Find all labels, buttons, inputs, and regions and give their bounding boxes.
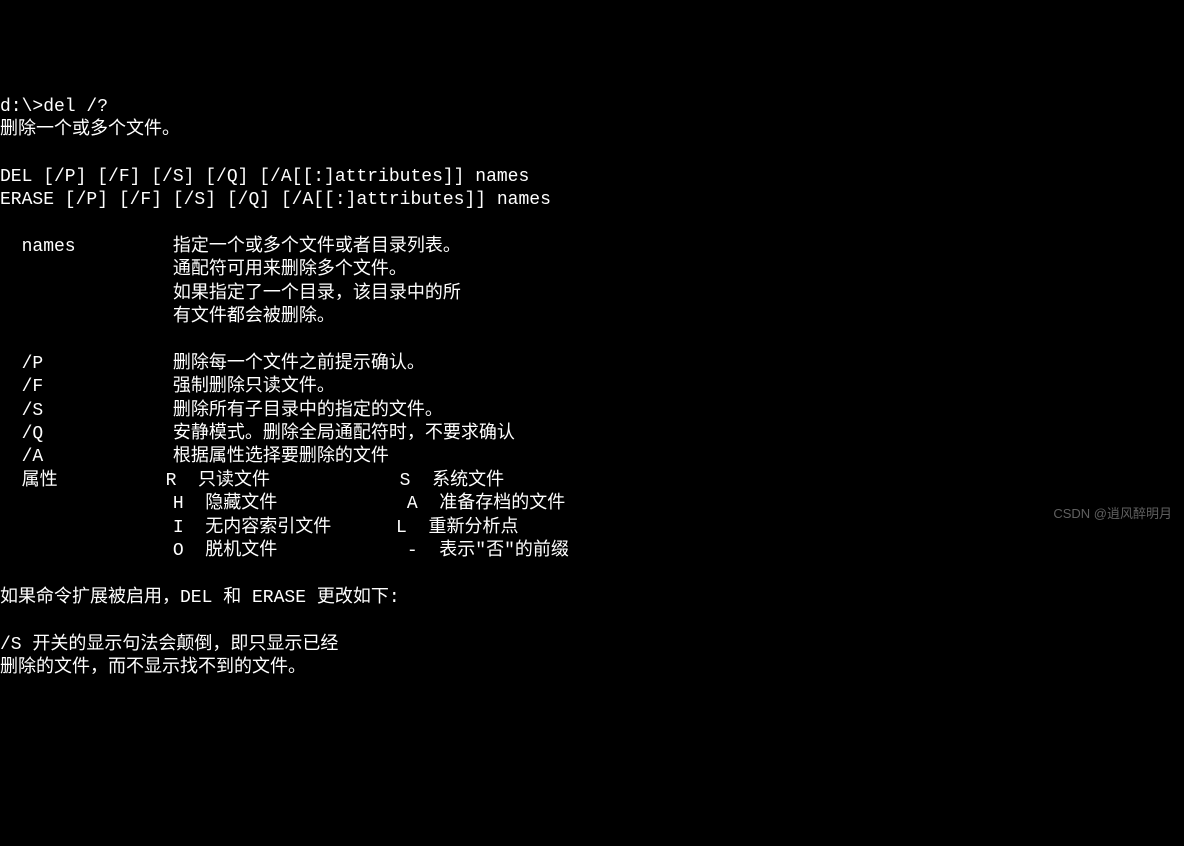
- s-note2: 删除的文件，而不显示找不到的文件。: [0, 658, 306, 678]
- attr-l: L 重新分析点: [396, 518, 518, 538]
- syntax-del: DEL [/P] [/F] [/S] [/Q] [/A[[:]attribute…: [0, 167, 529, 187]
- prompt-line: d:\>del /?: [0, 97, 108, 117]
- terminal-output: d:\>del /? 删除一个或多个文件。 DEL [/P] [/F] [/S]…: [0, 94, 1184, 683]
- opt-f-label: /F: [0, 377, 43, 397]
- attr-label: 属性: [0, 471, 58, 491]
- param-names-desc3: 如果指定了一个目录，该目录中的所: [173, 284, 461, 304]
- ext-note: 如果命令扩展被启用，DEL 和 ERASE 更改如下:: [0, 588, 400, 608]
- opt-a-label: /A: [0, 447, 43, 467]
- description: 删除一个或多个文件。: [0, 120, 180, 140]
- opt-a-desc: 根据属性选择要删除的文件: [173, 447, 389, 467]
- opt-q-label: /Q: [0, 424, 43, 444]
- attr-s: S 系统文件: [400, 471, 504, 491]
- opt-s-label: /S: [0, 401, 43, 421]
- attr-a: A 准备存档的文件: [407, 494, 565, 514]
- param-names-desc2: 通配符可用来删除多个文件。: [173, 260, 407, 280]
- watermark: CSDN @逍风醉明月: [1053, 506, 1172, 523]
- param-names-desc4: 有文件都会被删除。: [173, 307, 335, 327]
- attr-neg: - 表示"否"的前缀: [407, 541, 569, 561]
- param-names-desc1: 指定一个或多个文件或者目录列表。: [173, 237, 461, 257]
- attr-i: I 无内容索引文件: [173, 518, 331, 538]
- opt-p-label: /P: [0, 354, 43, 374]
- opt-f-desc: 强制删除只读文件。: [173, 377, 335, 397]
- attr-o: O 脱机文件: [173, 541, 277, 561]
- param-names-label: names: [0, 237, 76, 257]
- s-note1: /S 开关的显示句法会颠倒，即只显示已经: [0, 635, 338, 655]
- attr-h: H 隐藏文件: [173, 494, 277, 514]
- attr-r: R 只读文件: [166, 471, 270, 491]
- opt-q-desc: 安静模式。删除全局通配符时，不要求确认: [173, 424, 515, 444]
- opt-p-desc: 删除每一个文件之前提示确认。: [173, 354, 425, 374]
- opt-s-desc: 删除所有子目录中的指定的文件。: [173, 401, 443, 421]
- syntax-erase: ERASE [/P] [/F] [/S] [/Q] [/A[[:]attribu…: [0, 190, 551, 210]
